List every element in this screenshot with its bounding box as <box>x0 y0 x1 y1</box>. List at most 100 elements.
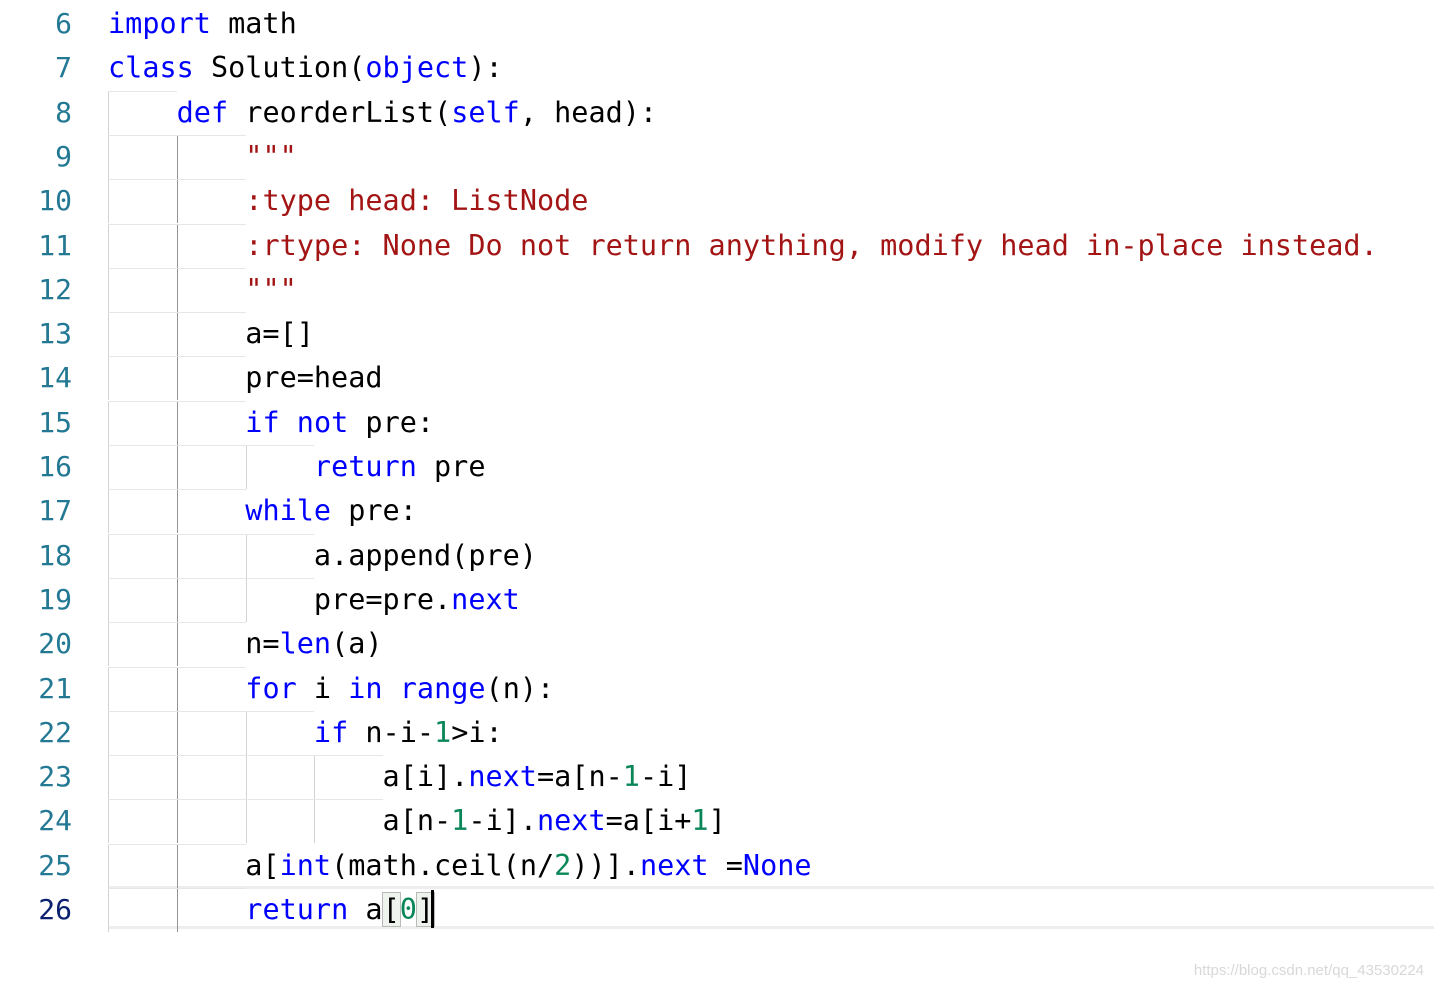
line-number: 22 <box>38 715 72 749</box>
code-text: a[n-1-i].next=a[i+1] <box>108 799 726 843</box>
code-line[interactable]: 22 if n-i-1>i: <box>0 710 1434 755</box>
keyword-token: None <box>742 848 812 882</box>
code-line[interactable]: 7 class Solution(object): <box>0 46 1434 90</box>
line-number: 15 <box>38 405 72 439</box>
line-number: 13 <box>38 317 72 351</box>
string-token: """ <box>245 272 297 306</box>
code-line[interactable]: 26 return a[0] <box>0 888 1434 932</box>
keyword-token: len <box>279 627 332 661</box>
number-token: 1 <box>434 715 452 749</box>
code-token: math <box>210 7 297 40</box>
line-number: 19 <box>38 582 72 616</box>
code-text: """ <box>108 135 296 179</box>
line-number: 20 <box>38 627 72 661</box>
code-token: (math.ceil(n/ <box>331 848 555 882</box>
code-token: pre: <box>331 494 417 528</box>
keyword-token: if <box>245 405 280 439</box>
line-number: 23 <box>38 760 72 794</box>
code-text: :type head: ListNode <box>108 179 588 223</box>
code-token: =a[n- <box>536 760 623 794</box>
keyword-token: class <box>108 51 194 85</box>
code-text: if not pre: <box>108 401 434 445</box>
code-line[interactable]: 18 a.append(pre) <box>0 533 1434 578</box>
code-line[interactable]: 8 def reorderList(self, head): <box>0 90 1434 135</box>
code-line[interactable]: 13 a=[] <box>0 312 1434 357</box>
code-token: a[i]. <box>108 760 469 794</box>
code-token: -i]. <box>468 804 537 838</box>
code-token: pre <box>416 450 486 483</box>
code-text: if n-i-1>i: <box>108 711 503 755</box>
code-token: reorderList( <box>228 95 452 129</box>
code-line[interactable]: 15 if not pre: <box>0 400 1434 445</box>
code-token: a=[] <box>108 317 314 351</box>
code-line[interactable]: 25 a[int(math.ceil(n/2))].next =None <box>0 843 1434 888</box>
keyword-token: in <box>348 671 383 705</box>
code-token: a[n- <box>108 804 452 838</box>
code-line[interactable]: 12 """ <box>0 267 1434 312</box>
code-text: n=len(a) <box>108 622 383 666</box>
line-number: 17 <box>38 494 72 528</box>
code-token: a.append(pre) <box>108 538 537 572</box>
code-text: pre=pre.next <box>108 578 520 622</box>
keyword-token: next <box>468 760 537 794</box>
code-line[interactable]: 17 while pre: <box>0 489 1434 534</box>
code-text: class Solution(object): <box>108 46 503 90</box>
code-line[interactable]: 20 n=len(a) <box>0 622 1434 667</box>
line-number: 8 <box>55 95 72 129</box>
string-token: :rtype: None Do not return anything, mod… <box>245 228 1378 262</box>
code-line[interactable]: 19 pre=pre.next <box>0 577 1434 622</box>
number-token: 2 <box>554 848 572 882</box>
code-text: for i in range(n): <box>108 667 554 711</box>
code-token: , head): <box>519 95 658 129</box>
keyword-token: next <box>639 848 709 882</box>
code-token: =a[i+ <box>605 804 692 838</box>
keyword-token: object <box>365 51 469 85</box>
code-text: :rtype: None Do not return anything, mod… <box>108 224 1378 268</box>
code-line[interactable]: 23 a[i].next=a[n-1-i] <box>0 755 1434 800</box>
code-line[interactable]: 24 a[n-1-i].next=a[i+1] <box>0 799 1434 844</box>
line-number: 9 <box>55 139 72 173</box>
code-line[interactable]: 16 return pre <box>0 445 1434 489</box>
keyword-token: import <box>108 7 211 40</box>
keyword-token: not <box>296 405 349 439</box>
keyword-token: if <box>313 715 349 749</box>
code-token: n-i- <box>348 715 435 749</box>
number-token: 1 <box>691 804 709 838</box>
code-text: return a[0] <box>108 888 436 932</box>
number-token: 0 <box>399 893 417 926</box>
line-number: 24 <box>38 804 72 838</box>
code-line[interactable]: 21 for i in range(n): <box>0 666 1434 711</box>
code-token: pre: <box>348 405 435 439</box>
number-token: 1 <box>622 760 640 794</box>
code-token: ))]. <box>571 848 640 882</box>
code-text: a.append(pre) <box>108 534 537 578</box>
code-token: = <box>708 848 743 882</box>
code-token: (a) <box>331 627 383 661</box>
code-text: """ <box>108 268 297 312</box>
code-token: ] <box>708 804 726 838</box>
code-text: a[i].next=a[n-1-i] <box>108 755 692 799</box>
code-line[interactable]: 11 :rtype: None Do not return anything, … <box>0 223 1434 268</box>
code-line[interactable]: 10 :type head: ListNode <box>0 179 1434 224</box>
keyword-token: while <box>245 494 332 528</box>
code-text: def reorderList(self, head): <box>108 91 657 135</box>
code-line[interactable]: 14 pre=head <box>0 356 1434 401</box>
code-editor[interactable]: 6 import math 7 class Solution(object): 8 de… <box>0 0 1434 940</box>
code-token: (n): <box>485 671 555 705</box>
line-number: 12 <box>38 272 72 306</box>
code-line[interactable]: 9 """ <box>0 134 1434 179</box>
code-line[interactable]: 6 import math <box>0 2 1434 46</box>
line-number: 6 <box>55 7 72 40</box>
number-token: 1 <box>451 804 469 838</box>
keyword-token: self <box>451 95 520 129</box>
